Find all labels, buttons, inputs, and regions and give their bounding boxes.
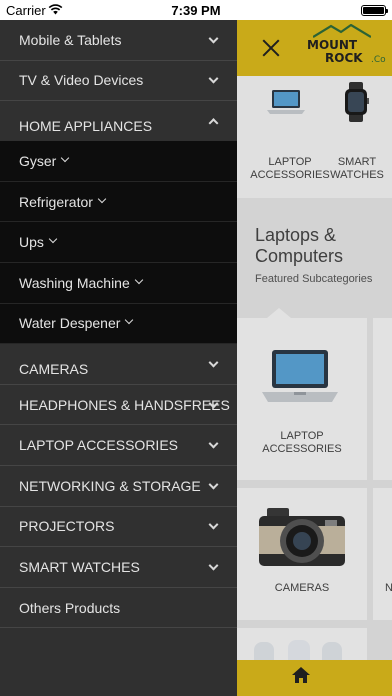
- submenu-item-refrigerator[interactable]: Refrigerator: [0, 181, 237, 223]
- logo-line-2: ROCK: [325, 51, 363, 65]
- menu-item-label: TV & Video Devices: [19, 72, 144, 89]
- submenu-item-ups[interactable]: Ups: [0, 222, 237, 263]
- menu-item-others-products[interactable]: Others Products: [0, 588, 237, 629]
- logo-suffix: .Co: [371, 55, 386, 65]
- home-icon[interactable]: [291, 666, 311, 684]
- menu-item-projectors[interactable]: PROJECTORS: [0, 507, 237, 548]
- logo-line-1: MOUNT: [307, 38, 358, 52]
- bottom-bar: [237, 660, 392, 696]
- submenu-item-label: Gyser: [19, 152, 57, 169]
- clock: 7:39 PM: [171, 3, 221, 18]
- top-bar: MOUNT ROCK .Co: [237, 20, 392, 76]
- tile-laptop-accessories[interactable]: LAPTOP ACCESSORIES: [237, 318, 367, 480]
- featured-row: LAPTOP ACCESSORIES SMART WATCHES: [237, 76, 392, 198]
- laptop-icon: [262, 350, 338, 402]
- chevron-down-icon: [125, 316, 134, 325]
- menu-item-label: HOME APPLIANCES: [19, 118, 153, 135]
- menu-item-mobile-tablets[interactable]: Mobile & Tablets: [0, 20, 237, 61]
- menu-item-headphones[interactable]: HEADPHONES & HANDSFREES: [0, 385, 237, 426]
- navigation-drawer: Mobile & Tablets TV & Video Devices HOME…: [0, 20, 237, 696]
- menu-item-label: Others Products: [19, 599, 121, 616]
- featured-label: SMART WATCHES: [330, 156, 384, 181]
- menu-item-label: NETWORKING & STORAGE: [19, 477, 201, 494]
- brand-logo: MOUNT ROCK .Co: [307, 23, 392, 71]
- menu-item-label: PROJECTORS: [19, 518, 115, 535]
- submenu-item-washing-machine[interactable]: Washing Machine: [0, 262, 237, 304]
- battery-icon: [361, 5, 388, 16]
- laptop-icon: [267, 90, 305, 114]
- menu-item-home-appliances[interactable]: HOME APPLIANCES: [0, 101, 237, 141]
- submenu-item-label: Water Despener: [19, 315, 121, 332]
- menu-item-laptop-accessories[interactable]: LAPTOP ACCESSORIES: [0, 425, 237, 466]
- menu-item-cameras[interactable]: CAMERAS: [0, 344, 237, 385]
- battery-fill: [363, 7, 384, 14]
- close-icon[interactable]: [261, 38, 281, 58]
- tile-label: LAPTOP ACCESSORIES: [262, 430, 342, 455]
- menu-item-label: Mobile & Tablets: [19, 31, 122, 48]
- menu-item-label: LAPTOP ACCESSORIES: [19, 437, 178, 454]
- section-header: Laptops & Computers Featured Subcategori…: [237, 198, 392, 318]
- section-title: Laptops & Computers: [255, 225, 344, 266]
- menu-item-networking-storage[interactable]: NETWORKING & STORAGE: [0, 466, 237, 507]
- chevron-down-icon: [48, 234, 58, 244]
- chevron-down-icon: [97, 194, 107, 203]
- submenu-item-water-despener[interactable]: Water Despener: [0, 303, 237, 345]
- menu-item-label: SMART WATCHES: [19, 558, 140, 575]
- tile-partial[interactable]: [373, 318, 392, 480]
- featured-label: LAPTOP ACCESSORIES: [250, 156, 330, 181]
- tile-label: CAMERAS: [274, 582, 330, 594]
- subcategory-grid: LAPTOP ACCESSORIES CAMERAS N: [237, 308, 392, 696]
- status-bar: Carrier 7:39 PM: [0, 0, 392, 20]
- menu-item-tv-video[interactable]: TV & Video Devices: [0, 61, 237, 102]
- submenu-item-label: Ups: [19, 234, 44, 251]
- camera-icon: [259, 508, 345, 566]
- tile-cameras[interactable]: CAMERAS: [237, 488, 367, 620]
- menu-item-label: CAMERAS: [19, 360, 89, 377]
- submenu-item-label: Refrigerator: [19, 193, 93, 210]
- tile-partial[interactable]: N: [373, 488, 392, 620]
- chevron-down-icon: [61, 153, 70, 163]
- tile-label: N: [385, 582, 392, 594]
- menu-item-label: HEADPHONES & HANDSFREES: [19, 396, 230, 413]
- submenu-item-gyser[interactable]: Gyser: [0, 141, 237, 182]
- pointer-arrow: [267, 308, 291, 318]
- smartwatch-icon: [345, 82, 369, 122]
- section-subtitle: Featured Subcategories: [255, 273, 373, 285]
- main-content: MOUNT ROCK .Co LAPTOP ACCESSORIES SMART …: [237, 20, 392, 696]
- menu-item-smart-watches[interactable]: SMART WATCHES: [0, 547, 237, 588]
- chevron-down-icon: [134, 275, 144, 285]
- mountain-logo-icon: [313, 24, 371, 38]
- submenu-item-label: Washing Machine: [19, 274, 130, 291]
